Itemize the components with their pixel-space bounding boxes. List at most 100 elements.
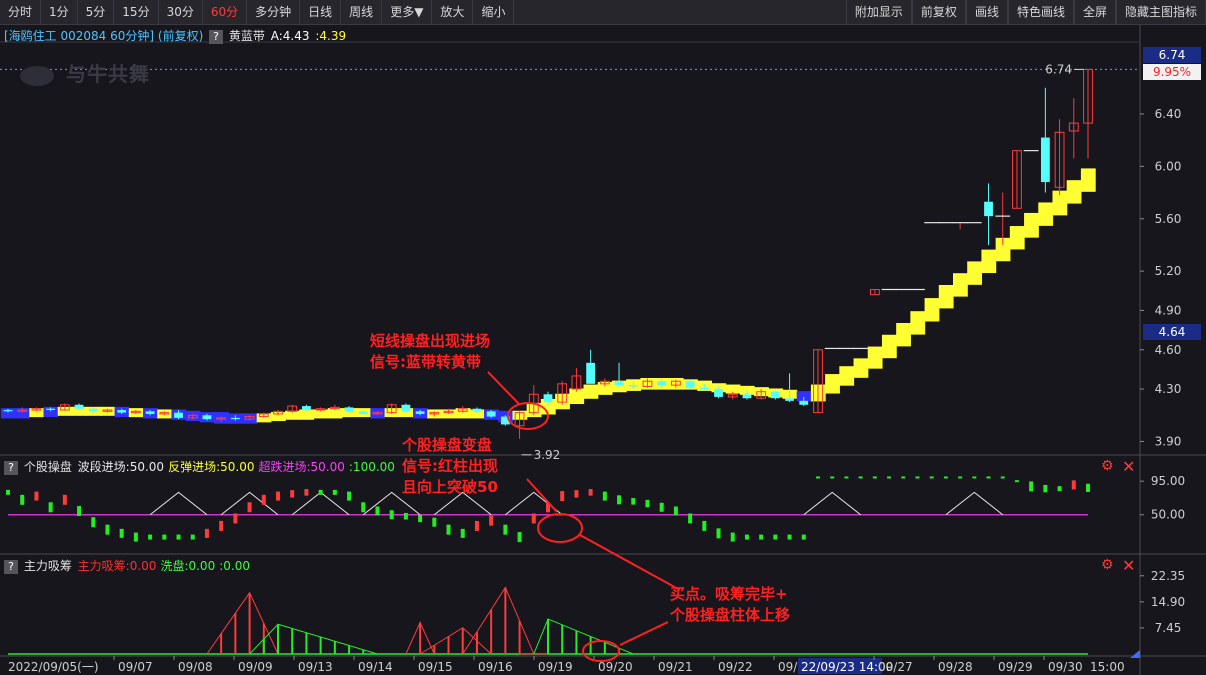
candle-down — [74, 404, 84, 409]
candle-down — [685, 381, 695, 388]
toolbar-right-button-4[interactable]: 全屏 — [1073, 0, 1116, 24]
toolbar-button-9[interactable]: 更多▼ — [382, 0, 433, 24]
panel2-bar — [1057, 486, 1062, 492]
indicator-name[interactable]: 黄蓝带 — [229, 29, 265, 43]
panel2-bar — [716, 528, 721, 539]
watermark-logo: 与牛共舞 — [20, 58, 150, 87]
panel2-bar — [261, 494, 266, 505]
panel2-bar — [162, 534, 167, 540]
band-segment — [881, 334, 897, 359]
panel2-close-icon[interactable]: ✕ — [1122, 457, 1135, 476]
panel3-line — [206, 591, 279, 655]
x-axis-label: 09/27 — [878, 660, 913, 674]
candle-down — [46, 408, 56, 411]
toolbar-button-0[interactable]: 分时 — [0, 0, 42, 24]
x-axis-label: 09/29 — [998, 660, 1033, 674]
panel3-header: ? 主力吸筹 主力吸筹:0.00 洗盘:0.00:0.00 — [4, 557, 256, 574]
indicator-b-value: :4.39 — [315, 29, 347, 43]
toolbar-button-5[interactable]: 60分 — [203, 0, 248, 24]
band-segment — [953, 273, 968, 297]
candle-down — [614, 381, 624, 386]
y-tick-label: 5.60 — [1155, 212, 1182, 226]
high-marker-label: 6.74 — [1045, 62, 1072, 76]
panel2-bar — [304, 489, 309, 496]
panel2-help-icon[interactable]: ? — [4, 461, 18, 475]
candle-down — [586, 362, 596, 384]
panel2-y-tick-label: 50.00 — [1151, 508, 1185, 522]
x-axis-label: 09/09 — [238, 660, 273, 674]
panel2-bar — [517, 532, 522, 543]
panel3-value-2: :0.00 — [219, 559, 250, 573]
panel2-bar — [773, 534, 778, 540]
panel3-line — [249, 623, 378, 655]
panel3-close-icon[interactable]: ✕ — [1122, 556, 1135, 575]
toolbar-button-10[interactable]: 放大 — [432, 0, 474, 24]
chart-area: 6.40 6.00 5.60 5.20 4.90 4.60 4.30 3.90 6.74 3.92… — [0, 25, 1206, 675]
panel2-bar — [62, 494, 67, 505]
panel2-bar — [432, 517, 437, 527]
panel2-bar — [176, 534, 181, 540]
candle-down — [785, 398, 794, 401]
panel2-bar — [190, 534, 195, 540]
panel2-y-tick-label: 95.00 — [1151, 474, 1185, 488]
band-segment — [853, 358, 869, 378]
band-segment — [1066, 180, 1082, 204]
panel2-header: ? 个股操盘 波段进场:50.00 反弹进场:50.00 超跌进场:50.00:10… — [4, 458, 401, 475]
annotation-line: 且向上突破50 — [402, 478, 498, 496]
panel2-bar — [631, 498, 636, 505]
indicator-a-value: A:4.43 — [270, 29, 310, 43]
toolbar-right-button-5[interactable]: 隐藏主图指标 — [1115, 0, 1206, 24]
candle-down — [657, 381, 667, 386]
panel2-bar — [602, 491, 607, 501]
annotation-line: 信号:蓝带转黄带 — [370, 353, 481, 371]
panel2-settings-icon[interactable]: ⚙ — [1101, 458, 1114, 474]
panel3-y-tick-label: 7.45 — [1155, 621, 1182, 635]
panel2-bar — [489, 515, 494, 526]
panel2-bar — [560, 491, 565, 502]
panel2-bar — [204, 528, 209, 538]
candle-down — [1040, 137, 1050, 183]
help-icon[interactable]: ? — [209, 30, 224, 44]
panel2-value-0: 波段进场:50.00 — [77, 460, 165, 474]
panel2-triangle — [149, 491, 208, 516]
panel2-bar — [1086, 483, 1090, 492]
panel2-bar — [148, 534, 153, 540]
panel2-bar — [787, 534, 792, 540]
toolbar-button-2[interactable]: 5分 — [78, 0, 115, 24]
panel2-bar — [403, 512, 408, 520]
candle-down — [699, 387, 709, 390]
candle-down — [486, 411, 496, 417]
candle-down — [714, 389, 723, 397]
annotation-line: 个股操盘柱体上移 — [670, 606, 791, 624]
candle-down — [628, 385, 638, 387]
band-segment — [967, 261, 983, 285]
candle-down — [145, 411, 155, 414]
toolbar-button-7[interactable]: 日线 — [300, 0, 342, 24]
toolbar-button-11[interactable]: 缩小 — [473, 0, 515, 24]
panel2-bar — [318, 489, 323, 495]
panel3-value-0: 主力吸筹:0.00 — [77, 559, 157, 573]
toolbar-right-button-2[interactable]: 画线 — [965, 0, 1008, 24]
logo-icon — [20, 65, 54, 86]
toolbar-button-1[interactable]: 1分 — [41, 0, 78, 24]
panel3-y-tick-label: 14.90 — [1151, 595, 1185, 609]
toolbar-right-button-0[interactable]: 附加显示 — [845, 0, 912, 24]
price-tag-current: 4.64 — [1143, 324, 1201, 340]
toolbar-button-4[interactable]: 30分 — [159, 0, 203, 24]
toolbar-button-6[interactable]: 多分钟 — [247, 0, 301, 24]
toolbar-button-8[interactable]: 周线 — [341, 0, 383, 24]
candle-down — [302, 406, 311, 411]
panel2-title[interactable]: 个股操盘 — [24, 460, 72, 474]
panel3-title[interactable]: 主力吸筹 — [24, 559, 72, 573]
y-tick-label: 5.20 — [1155, 264, 1182, 278]
panel3-help-icon[interactable]: ? — [4, 560, 18, 574]
panel3-settings-icon[interactable]: ⚙ — [1101, 557, 1114, 573]
panel2-bar — [1071, 480, 1076, 490]
band-segment — [1038, 202, 1054, 226]
toolbar-right-button-3[interactable]: 特色画线 — [1007, 0, 1074, 24]
toolbar-right-button-1[interactable]: 前复权 — [911, 0, 966, 24]
toolbar-button-3[interactable]: 15分 — [114, 0, 159, 24]
y-tick-label: 3.90 — [1155, 434, 1182, 448]
stock-label[interactable]: [海鸥住工 002084 60分钟] (前复权) — [4, 29, 203, 43]
x-axis-label: 09/16 — [478, 660, 513, 674]
